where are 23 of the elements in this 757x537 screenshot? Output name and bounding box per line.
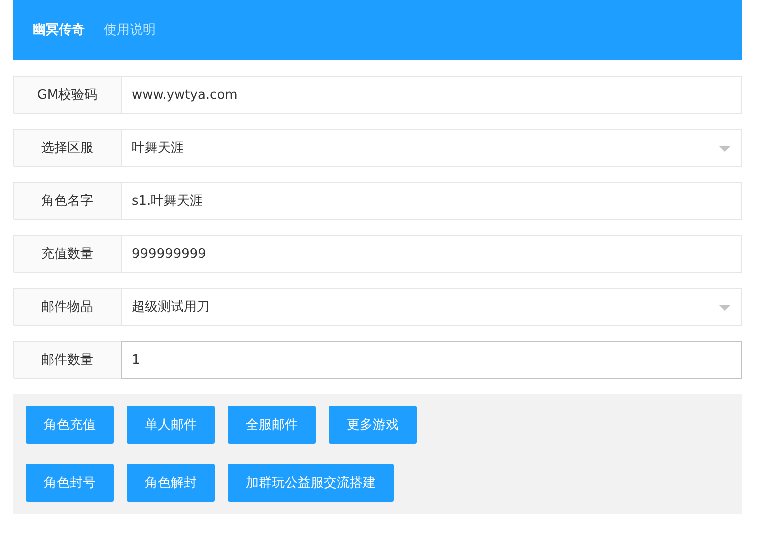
action-button[interactable]: 更多游戏 [329,406,417,444]
field-label: 角色名字 [13,182,121,220]
action-button[interactable]: 角色充值 [26,406,114,444]
action-button[interactable]: 角色封号 [26,464,114,502]
action-button[interactable]: 加群玩公益服交流搭建 [228,464,394,502]
field-label: 邮件数量 [13,341,121,379]
input-field[interactable]: 1 [121,341,742,379]
select-field[interactable]: 超级测试用刀 [121,288,742,326]
field-label: 充值数量 [13,235,121,273]
field-label: 邮件物品 [13,288,121,326]
action-button[interactable]: 角色解封 [127,464,215,502]
action-button[interactable]: 单人邮件 [127,406,215,444]
input-field[interactable]: www.ywtya.com [121,76,742,114]
action-button[interactable]: 全服邮件 [228,406,316,444]
nav-tab[interactable]: 幽冥传奇 [33,21,85,39]
field-label: GM校验码 [13,76,121,114]
caret-icon [719,305,731,311]
select-field[interactable]: 叶舞天涯 [121,129,742,167]
input-field[interactable]: 999999999 [121,235,742,273]
nav-tab[interactable]: 使用说明 [104,21,156,39]
input-field[interactable]: s1.叶舞天涯 [121,182,742,220]
caret-icon [719,146,731,152]
field-label: 选择区服 [13,129,121,167]
